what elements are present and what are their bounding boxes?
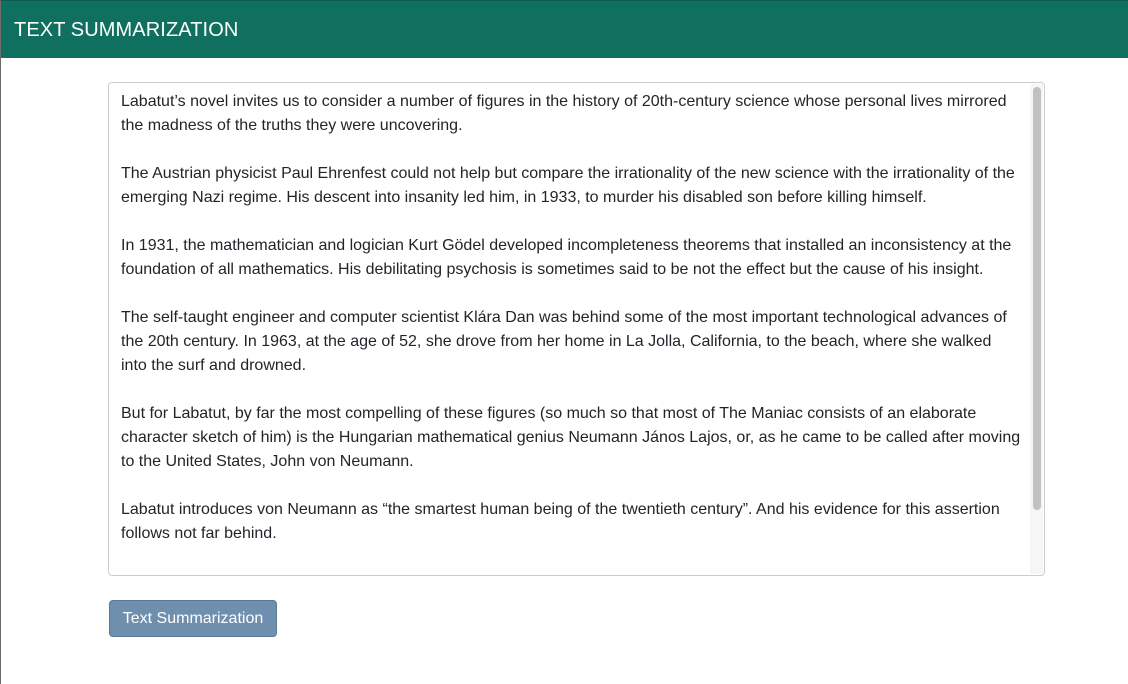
- paragraph: Labatut introduces von Neumann as “the s…: [121, 501, 1000, 542]
- page-title: TEXT SUMMARIZATION: [14, 19, 239, 41]
- text-summarization-button[interactable]: Text Summarization: [109, 600, 277, 637]
- paragraph: Labatut’s novel invites us to consider a…: [121, 93, 1007, 134]
- paragraph: The Austrian physicist Paul Ehrenfest co…: [121, 165, 1015, 206]
- app-window: TEXT SUMMARIZATION Labatut’s novel invit…: [0, 0, 1128, 684]
- text-input-area[interactable]: Labatut’s novel invites us to consider a…: [108, 82, 1045, 576]
- vertical-scrollbar[interactable]: [1030, 84, 1043, 574]
- scrollbar-thumb[interactable]: [1033, 87, 1041, 510]
- app-header: TEXT SUMMARIZATION: [1, 0, 1128, 58]
- text-input-content[interactable]: Labatut’s novel invites us to consider a…: [121, 90, 1021, 570]
- paragraph: In 1931, the mathematician and logician …: [121, 237, 1012, 278]
- paragraph: But for Labatut, by far the most compell…: [121, 405, 1021, 470]
- paragraph: The self-taught engineer and computer sc…: [121, 309, 1007, 374]
